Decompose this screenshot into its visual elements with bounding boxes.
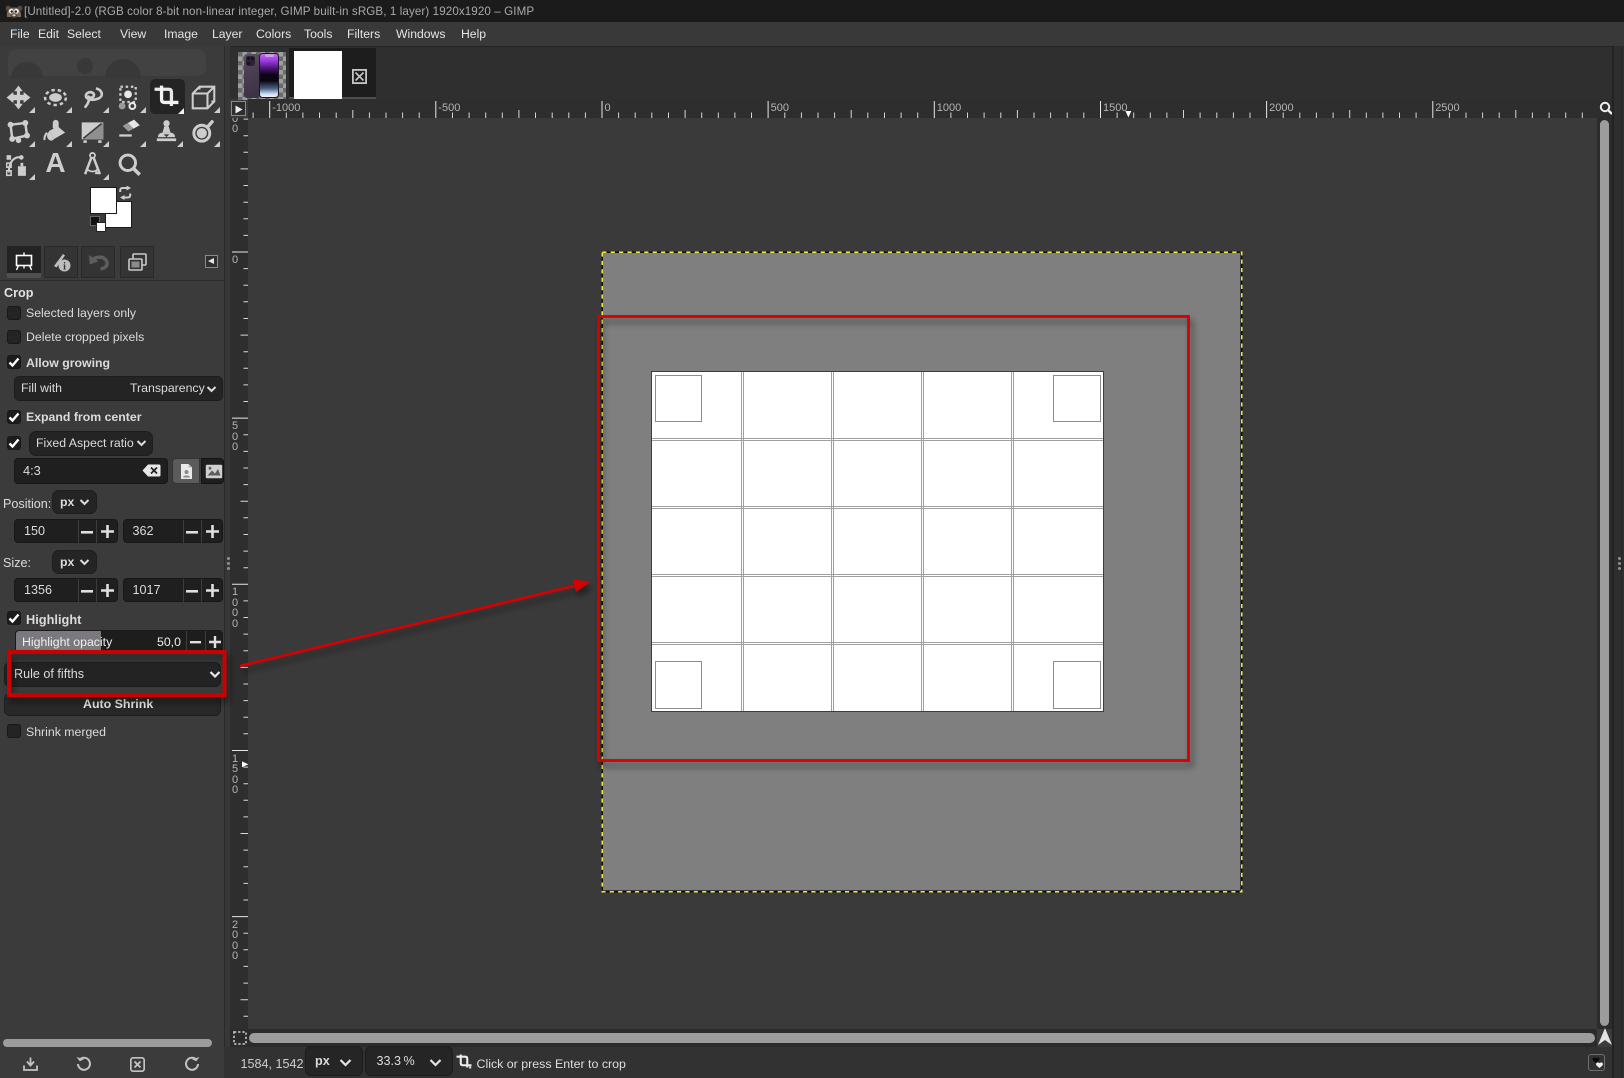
svg-text:i: i — [63, 262, 66, 273]
